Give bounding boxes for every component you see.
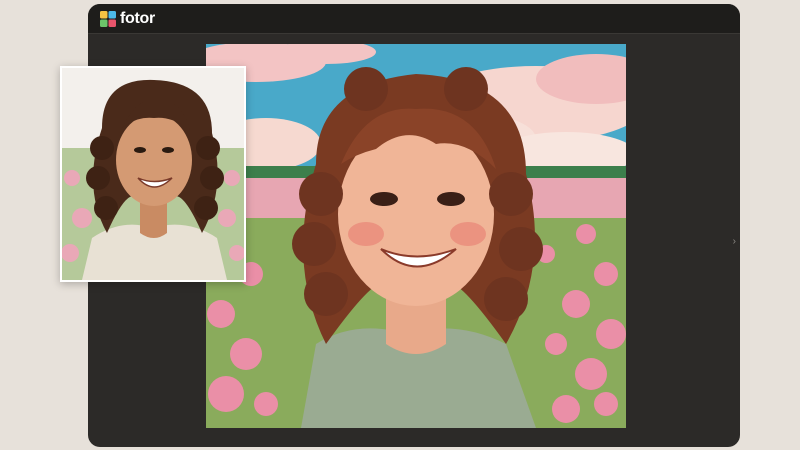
fotor-logo-icon — [100, 11, 116, 27]
logo-text: fotor — [120, 10, 155, 27]
top-bar: fotor — [88, 4, 740, 34]
source-photo — [60, 66, 246, 282]
stage: fotor › — [0, 0, 800, 450]
fotor-logo[interactable]: fotor — [100, 10, 155, 28]
chevron-right-icon[interactable]: › — [733, 236, 736, 247]
result-image — [206, 44, 626, 428]
